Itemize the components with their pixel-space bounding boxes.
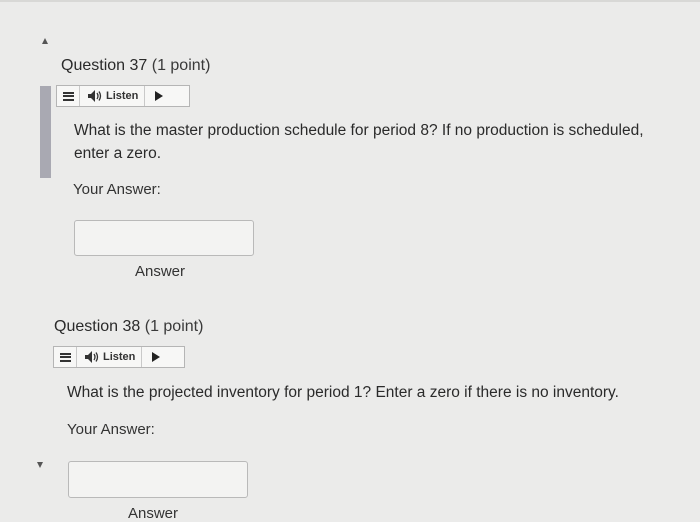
question-37-prompt-line2: enter a zero. (74, 145, 162, 162)
question-37-your-answer-label: Your Answer: (73, 181, 161, 198)
listen-toolbar-q37: Listen (56, 85, 190, 107)
question-38-title: Question 38 (1 point) (54, 318, 203, 336)
question-38-points: (1 point) (144, 318, 204, 335)
question-37-title: Question 37 (1 point) (61, 57, 210, 75)
collapse-up-icon (42, 38, 48, 44)
play-icon (155, 91, 164, 101)
top-divider (0, 0, 700, 2)
question-38-your-answer-label: Your Answer: (67, 421, 155, 438)
question-38-number: Question 38 (54, 318, 141, 335)
question-38-prompt: What is the projected inventory for peri… (67, 381, 697, 404)
question-38-prompt-line1: What is the projected inventory for peri… (67, 384, 619, 401)
listen-button[interactable]: Listen (80, 86, 146, 106)
readspeaker-menu-button[interactable] (54, 347, 77, 367)
play-button[interactable] (142, 347, 170, 367)
readspeaker-menu-button[interactable] (57, 86, 80, 106)
listen-label: Listen (103, 351, 136, 363)
question-37-number: Question 37 (61, 57, 148, 74)
menu-icon (59, 352, 71, 362)
question-37-prompt-line1: What is the master production schedule f… (74, 122, 644, 139)
question-37-points: (1 point) (151, 57, 211, 74)
play-button[interactable] (145, 86, 173, 106)
question-38-answer-input[interactable] (68, 461, 248, 498)
speaker-icon (85, 351, 99, 363)
question-37-answer-input[interactable] (74, 220, 254, 256)
listen-label: Listen (106, 90, 139, 102)
collapse-down-icon (37, 462, 43, 468)
current-question-indicator (40, 86, 51, 178)
play-icon (152, 352, 161, 362)
listen-button[interactable]: Listen (77, 347, 143, 367)
question-37-answer-caption: Answer (135, 263, 186, 280)
listen-toolbar-q38: Listen (53, 346, 185, 368)
speaker-icon (88, 90, 102, 102)
question-37-prompt: What is the master production schedule f… (74, 119, 694, 165)
question-38-answer-caption: Answer (128, 505, 179, 522)
menu-icon (62, 91, 74, 101)
